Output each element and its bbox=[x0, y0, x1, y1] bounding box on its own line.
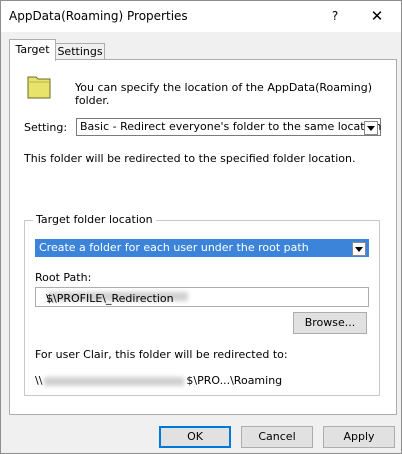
chevron-down-icon[interactable] bbox=[364, 121, 378, 135]
redacted-server-name bbox=[44, 376, 185, 386]
browse-button[interactable]: Browse... bbox=[293, 312, 367, 334]
help-button[interactable]: ? bbox=[321, 3, 349, 29]
tab-target[interactable]: Target bbox=[9, 39, 56, 61]
folder-location-value: Create a folder for each user under the … bbox=[39, 241, 309, 254]
redirect-description: This folder will be redirected to the sp… bbox=[24, 152, 356, 165]
cancel-button[interactable]: Cancel bbox=[241, 426, 313, 448]
root-path-suffix: $\PROFILE\_Redirection bbox=[46, 292, 174, 305]
preview-prefix: \\ bbox=[35, 374, 43, 387]
close-button[interactable]: ✕ bbox=[361, 3, 393, 29]
root-path-label: Root Path: bbox=[35, 271, 92, 284]
apply-button[interactable]: Apply bbox=[323, 426, 395, 448]
properties-dialog: AppData(Roaming) Properties ? ✕ Target S… bbox=[0, 0, 402, 454]
preview-label: For user Clair, this folder will be redi… bbox=[35, 348, 288, 361]
preview-path: \\ $\PRO...\Roaming bbox=[35, 374, 282, 387]
target-folder-location-group: Target folder location Create a folder f… bbox=[24, 213, 380, 396]
target-panel: You can specify the location of the AppD… bbox=[9, 59, 397, 415]
setting-value: Basic - Redirect everyone's folder to th… bbox=[80, 120, 382, 133]
folder-icon bbox=[27, 76, 51, 99]
window-title: AppData(Roaming) Properties bbox=[9, 9, 188, 23]
setting-label: Setting: bbox=[24, 121, 68, 134]
group-label: Target folder location bbox=[33, 213, 156, 226]
ok-button[interactable]: OK bbox=[159, 426, 231, 448]
root-path-input[interactable]: \\$\PROFILE\_Redirection bbox=[35, 287, 369, 307]
folder-location-dropdown[interactable]: Create a folder for each user under the … bbox=[35, 239, 369, 257]
info-text: You can specify the location of the AppD… bbox=[75, 81, 373, 107]
preview-suffix: $\PRO...\Roaming bbox=[186, 374, 283, 387]
setting-dropdown[interactable]: Basic - Redirect everyone's folder to th… bbox=[76, 118, 381, 136]
title-bar: AppData(Roaming) Properties ? ✕ bbox=[1, 1, 401, 32]
tab-settings[interactable]: Settings bbox=[55, 43, 105, 60]
chevron-down-icon[interactable] bbox=[352, 242, 366, 256]
